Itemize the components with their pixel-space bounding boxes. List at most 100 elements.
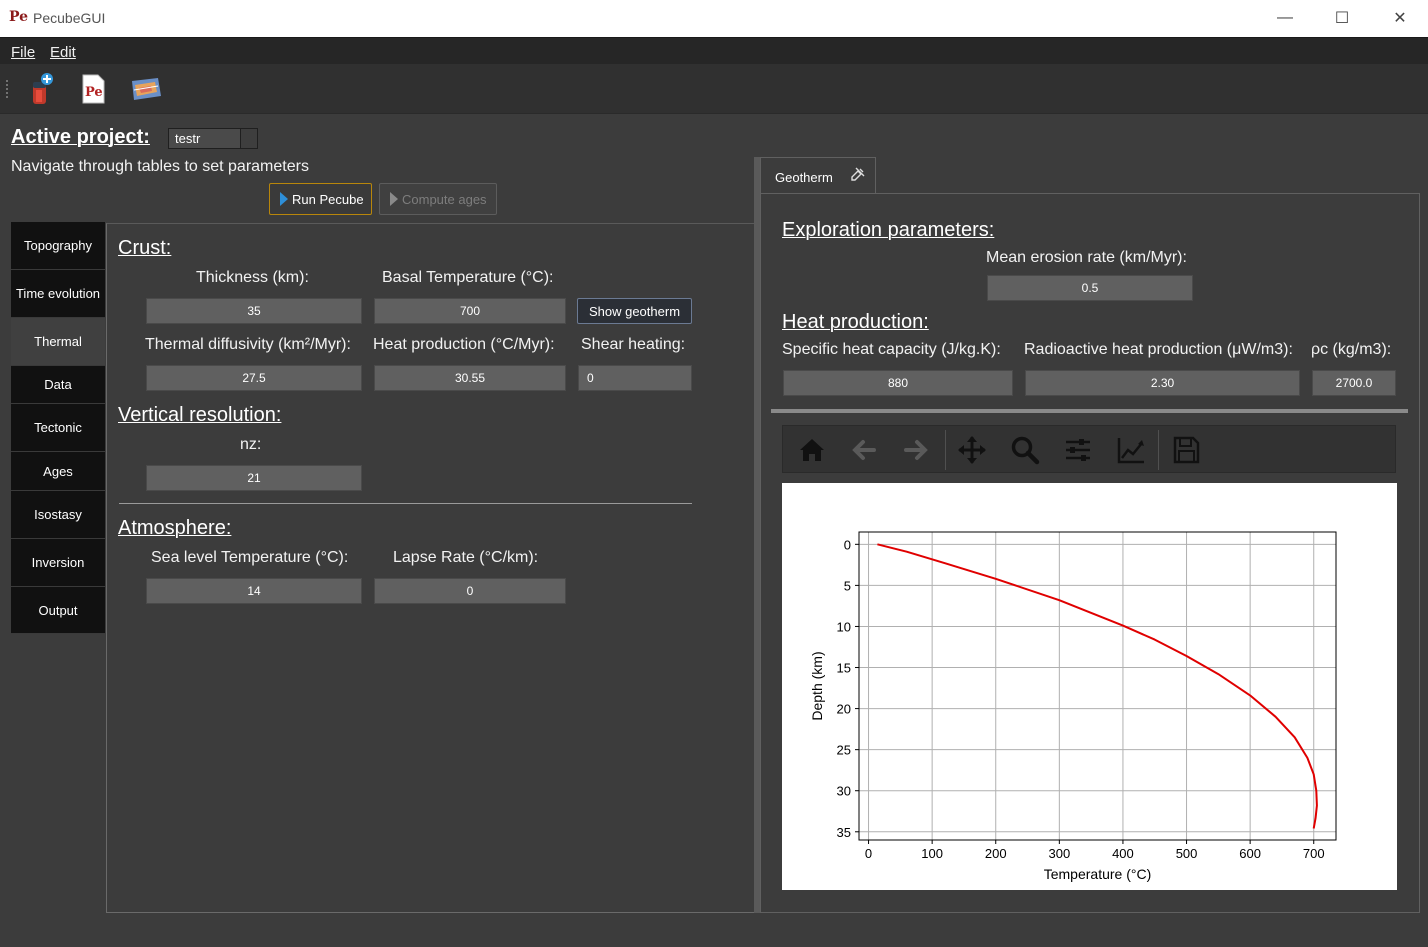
title-bar: Pe PecubeGUI — ☐ ✕ (0, 0, 1428, 37)
back-icon[interactable] (848, 434, 880, 466)
maximize-button[interactable]: ☐ (1319, 6, 1365, 30)
y-tick-label: 25 (837, 743, 851, 758)
x-tick-label: 600 (1239, 846, 1261, 861)
minimize-button[interactable]: — (1262, 6, 1308, 30)
tab-tectonic[interactable]: Tectonic (11, 404, 105, 452)
x-tick-label: 700 (1303, 846, 1325, 861)
sea-level-temperature-field[interactable]: 14 (146, 578, 362, 604)
thermal-panel (106, 223, 755, 913)
exploration-parameters-heading: Exploration parameters: (782, 219, 995, 241)
compute-ages-button[interactable]: Compute ages (379, 183, 497, 215)
play-icon (280, 192, 288, 206)
window-title: PecubeGUI (33, 10, 106, 26)
specific-heat-capacity-field[interactable]: 880 (783, 370, 1013, 396)
y-tick-label: 5 (844, 578, 851, 593)
forward-icon[interactable] (900, 434, 932, 466)
heat-production-field[interactable]: 30.55 (374, 365, 566, 391)
save-icon[interactable] (1170, 434, 1202, 466)
thickness-field[interactable]: 35 (146, 298, 362, 324)
active-project-label: Active project: (11, 126, 150, 148)
basal-temperature-field[interactable]: 700 (374, 298, 566, 324)
main-toolbar: Pe (0, 64, 1428, 114)
tab-time-evolution[interactable]: Time evolution (11, 270, 105, 318)
y-tick-label: 0 (844, 537, 851, 552)
x-tick-label: 200 (985, 846, 1007, 861)
tab-output[interactable]: Output (11, 587, 105, 634)
run-pecube-button[interactable]: Run Pecube (269, 183, 372, 215)
plot-toolbar (782, 425, 1396, 473)
close-button[interactable]: ✕ (1377, 6, 1423, 30)
specific-heat-capacity-label: Specific heat capacity (J/kg.K): (782, 341, 1001, 358)
y-tick-label: 30 (837, 784, 851, 799)
nz-label: nz: (240, 436, 262, 453)
navigate-hint: Navigate through tables to set parameter… (11, 158, 309, 175)
tab-inversion[interactable]: Inversion (11, 539, 105, 587)
plot-separator[interactable] (771, 409, 1408, 413)
shear-heating-field[interactable]: 0 (578, 365, 692, 391)
vertical-resolution-heading: Vertical resolution: (118, 404, 282, 426)
geotherm-chart: 0 100 200 300 400 500 600 700 0 5 10 15 20 25 30 35 Temp… (809, 531, 1337, 882)
x-axis-label: Temperature (°C) (1044, 866, 1152, 882)
edit-axis-icon[interactable] (1115, 434, 1147, 466)
y-axis-label: Depth (km) (809, 651, 825, 720)
x-tick-label: 300 (1048, 846, 1070, 861)
show-geotherm-button[interactable]: Show geotherm (577, 298, 692, 324)
app-logo-icon: Pe (9, 9, 29, 25)
toolbar-separator (945, 430, 946, 470)
new-project-icon[interactable] (24, 72, 58, 106)
menu-file[interactable]: File (11, 44, 35, 61)
thermal-diffusivity-label: Thermal diffusivity (km²/Myr): (145, 336, 351, 353)
pecube-icon[interactable]: Pe (76, 72, 110, 106)
heat-production-heading: Heat production: (782, 311, 929, 333)
x-tick-label: 500 (1176, 846, 1198, 861)
x-tick-label: 100 (921, 846, 943, 861)
geotherm-plot: 0 100 200 300 400 500 600 700 0 5 10 15 20 25 30 35 Temp… (782, 483, 1397, 890)
pin-icon[interactable] (851, 167, 865, 181)
radioactive-heat-production-field[interactable]: 2.30 (1025, 370, 1300, 396)
shear-heating-label: Shear heating: (581, 336, 686, 353)
geotherm-line (877, 543, 1318, 829)
section-divider (119, 503, 692, 504)
compute-ages-label: Compute ages (402, 191, 487, 207)
toolbar-separator (1158, 430, 1159, 470)
zoom-icon[interactable] (1009, 434, 1041, 466)
sea-level-temperature-label: Sea level Temperature (°C): (151, 549, 349, 566)
density-field[interactable]: 2700.0 (1312, 370, 1396, 396)
mean-erosion-rate-field[interactable]: 0.5 (987, 275, 1193, 301)
heat-production-label: Heat production (°C/Myr): (373, 336, 555, 353)
project-select[interactable]: testr (168, 128, 258, 149)
thermal-diffusivity-field[interactable]: 27.5 (146, 365, 362, 391)
map-icon[interactable] (129, 72, 163, 106)
menu-bar: File Edit (0, 37, 1428, 64)
tab-ages[interactable]: Ages (11, 452, 105, 491)
geotherm-tab-label: Geotherm (775, 170, 833, 185)
tab-isostasy[interactable]: Isostasy (11, 491, 105, 539)
nz-field[interactable]: 21 (146, 465, 362, 491)
x-tick-label: 400 (1112, 846, 1134, 861)
configure-subplots-icon[interactable] (1062, 434, 1094, 466)
run-pecube-label: Run Pecube (292, 191, 364, 207)
crust-heading: Crust: (118, 237, 172, 259)
home-icon[interactable] (796, 434, 828, 466)
y-tick-label: 10 (837, 619, 851, 634)
tab-geotherm[interactable]: Geotherm (760, 157, 876, 193)
y-tick-label: 15 (837, 661, 851, 676)
y-tick-label: 20 (837, 702, 851, 717)
basal-temperature-label: Basal Temperature (°C): (382, 269, 554, 286)
tab-thermal[interactable]: Thermal (11, 318, 105, 366)
svg-text:Pe: Pe (85, 85, 103, 100)
y-tick-label: 35 (837, 825, 851, 840)
atmosphere-heading: Atmosphere: (118, 517, 232, 539)
lapse-rate-label: Lapse Rate (°C/km): (393, 549, 539, 566)
toolbar-grip-icon[interactable] (5, 79, 9, 99)
menu-edit[interactable]: Edit (50, 44, 76, 61)
axes-frame (858, 531, 1337, 841)
lapse-rate-field[interactable]: 0 (374, 578, 566, 604)
play-icon (390, 192, 398, 206)
x-tick-label: 0 (865, 846, 872, 861)
tab-topography[interactable]: Topography (11, 222, 105, 270)
mean-erosion-rate-label: Mean erosion rate (km/Myr): (986, 249, 1187, 266)
pan-icon[interactable] (956, 434, 988, 466)
thickness-label: Thickness (km): (196, 269, 309, 286)
tab-data[interactable]: Data (11, 366, 105, 404)
